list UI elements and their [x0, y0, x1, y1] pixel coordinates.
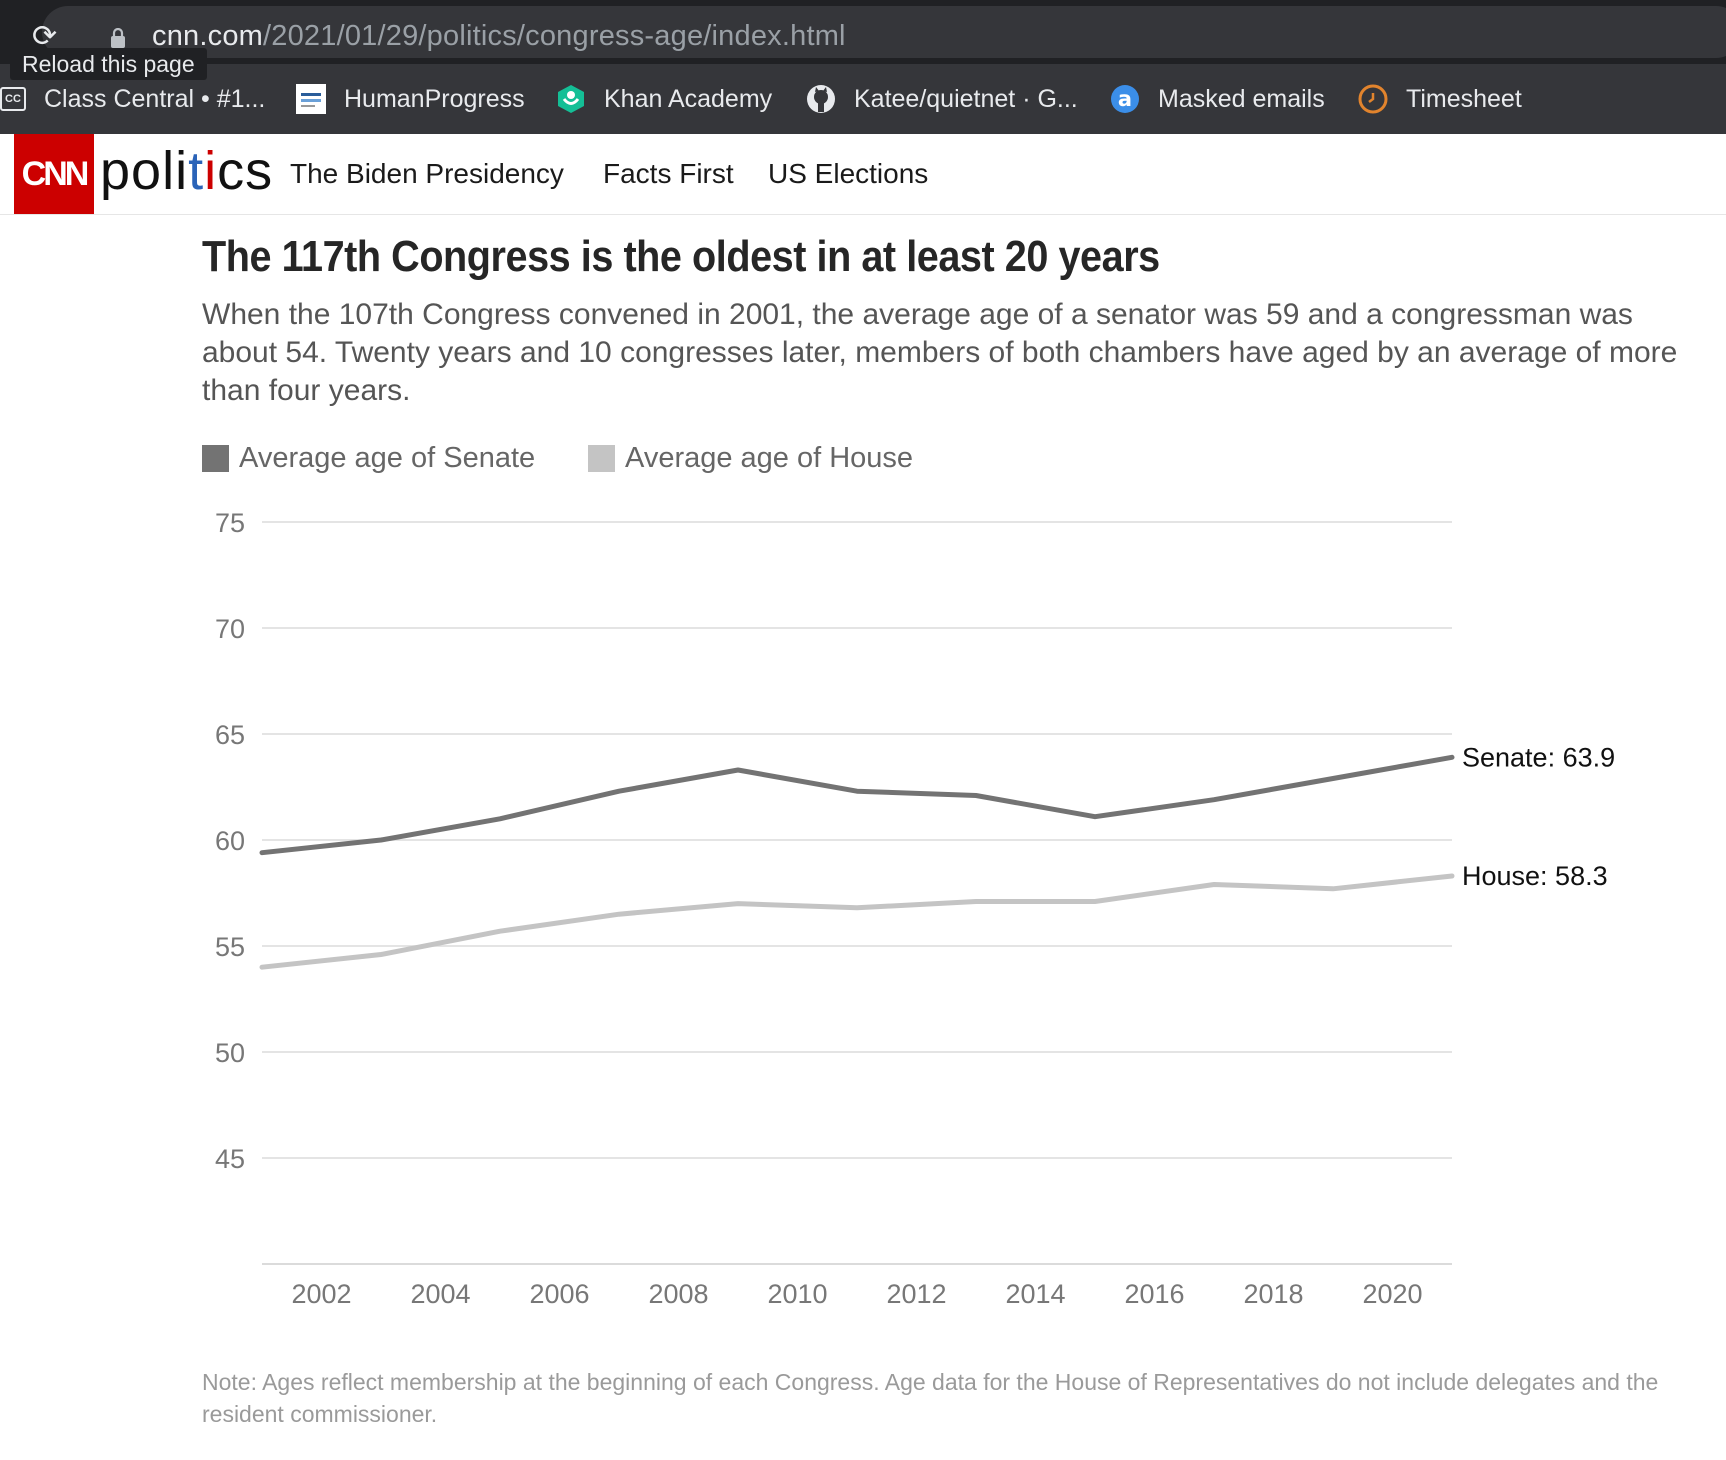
y-tick-label: 45: [215, 1144, 245, 1174]
y-tick-label: 70: [215, 614, 245, 644]
reload-tooltip: Reload this page: [10, 48, 207, 80]
y-tick-label: 50: [215, 1038, 245, 1068]
x-tick-label: 2002: [291, 1279, 351, 1309]
x-tick-label: 2020: [1362, 1279, 1422, 1309]
y-tick-label: 55: [215, 932, 245, 962]
x-tick-label: 2006: [529, 1279, 589, 1309]
series-line-house: [259, 873, 1455, 970]
age-line-chart: 45 50 55 60 65 70 75 2002 2004 2006 2008 2010 2012 20…: [215, 508, 1615, 1309]
x-tick-label: 2008: [648, 1279, 708, 1309]
x-tick-label: 2016: [1124, 1279, 1184, 1309]
end-label-senate: Senate: 63.9: [1462, 742, 1615, 772]
y-tick-label: 65: [215, 720, 245, 750]
x-tick-label: 2018: [1243, 1279, 1303, 1309]
y-tick-label: 75: [215, 508, 245, 538]
x-tick-label: 2014: [1005, 1279, 1065, 1309]
end-label-house: House: 58.3: [1462, 861, 1608, 891]
x-tick-label: 2010: [767, 1279, 827, 1309]
series-line-senate: [259, 754, 1455, 856]
chart-footnote: Note: Ages reflect membership at the beg…: [202, 1369, 1659, 1427]
x-tick-label: 2004: [410, 1279, 470, 1309]
x-tick-label: 2012: [886, 1279, 946, 1309]
y-tick-label: 60: [215, 826, 245, 856]
